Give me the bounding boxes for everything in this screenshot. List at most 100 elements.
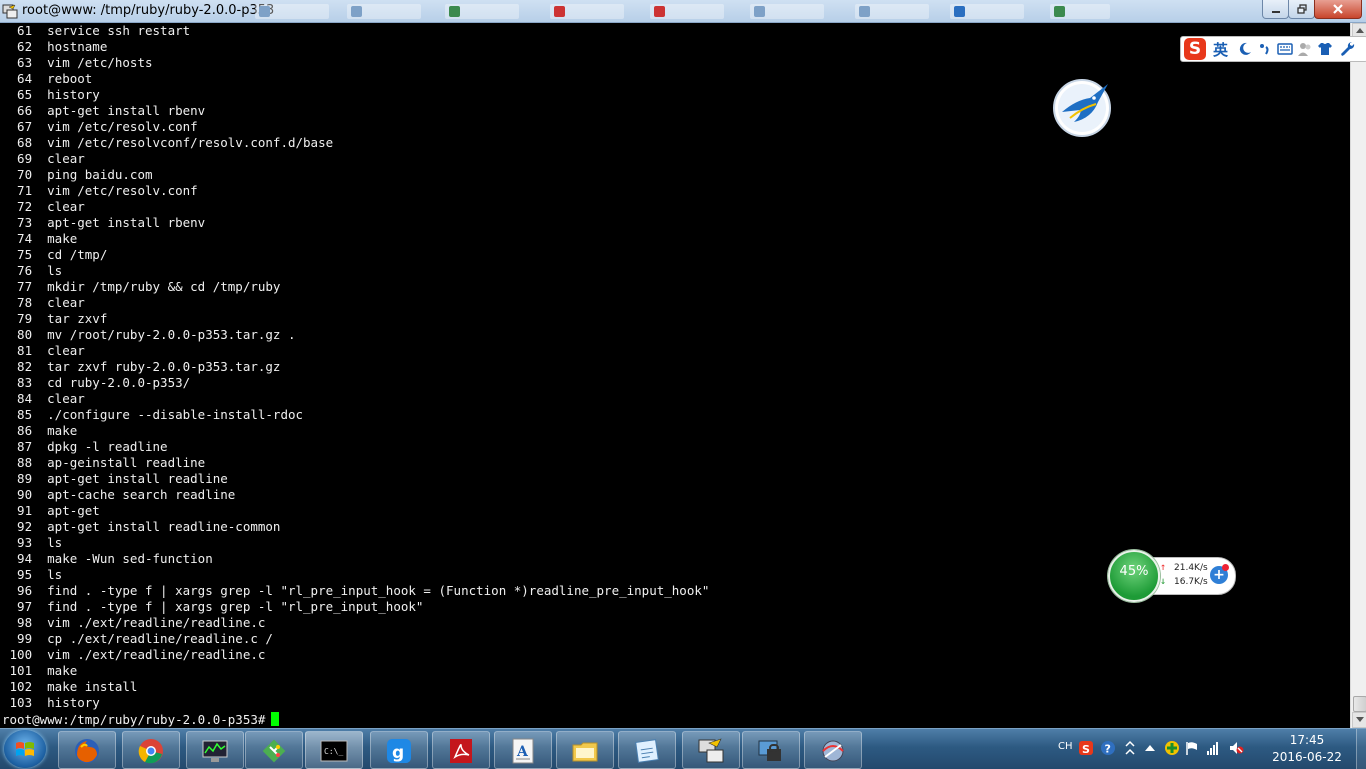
- svg-text:C:\_: C:\_: [324, 747, 343, 756]
- taskbar-notepad[interactable]: [618, 731, 676, 769]
- terminal-line: 69 clear: [17, 151, 85, 166]
- help-icon[interactable]: ?: [1100, 740, 1116, 756]
- window-title: root@www: /tmp/ruby/ruby-2.0.0-p353: [22, 3, 275, 18]
- terminal-line: 99 cp ./ext/readline/readline.c /: [17, 631, 273, 646]
- system-clock[interactable]: 17:45 2016-06-22: [1262, 731, 1352, 765]
- svg-text:?: ?: [1105, 743, 1111, 756]
- maximize-button[interactable]: [1288, 0, 1315, 19]
- terminal-line: 71 vim /etc/resolv.conf: [17, 183, 198, 198]
- taskbar-chrome[interactable]: [122, 731, 180, 769]
- window-titlebar[interactable]: root@www: /tmp/ruby/ruby-2.0.0-p353: [0, 0, 1366, 23]
- upload-speed: 21.4K/s: [1174, 563, 1208, 573]
- action-center-flag-icon[interactable]: [1184, 740, 1200, 756]
- chrome-icon: [138, 739, 163, 764]
- terminal-line: 95 ls: [17, 567, 63, 582]
- arrow-up-icon: [1356, 28, 1364, 33]
- scroll-down-button[interactable]: [1352, 712, 1366, 728]
- terminal-line: 81 clear: [17, 343, 85, 358]
- language-indicator[interactable]: CH: [1058, 741, 1073, 752]
- terminal-line: 103 history: [9, 695, 100, 710]
- taskbar-putty[interactable]: [682, 731, 740, 769]
- close-button[interactable]: [1314, 0, 1362, 19]
- terminal-line: 90 apt-cache search readline: [17, 487, 236, 502]
- show-desktop-button[interactable]: [1356, 729, 1366, 769]
- download-speed: 16.7K/s: [1174, 577, 1208, 587]
- sogou-tray-icon[interactable]: S: [1078, 740, 1094, 756]
- terminal-line: 89 apt-get install readline: [17, 471, 228, 486]
- restore-icon: [1296, 4, 1307, 14]
- cpu-percent: 45%: [1119, 564, 1149, 579]
- terminal-line: 87 dpkg -l readline: [17, 439, 168, 454]
- ime-mode-toggle[interactable]: 英: [1213, 39, 1228, 60]
- background-tabs: [255, 4, 1255, 20]
- svg-text:A: A: [516, 744, 529, 760]
- notification-dot: [1222, 564, 1229, 571]
- security-plus-icon[interactable]: [1164, 740, 1180, 756]
- terminal-line: 102 make install: [9, 679, 138, 694]
- customize-tray-icon[interactable]: [1122, 740, 1138, 756]
- taskbar-network-tool[interactable]: [804, 731, 862, 769]
- sogou-logo-icon[interactable]: S: [1184, 38, 1206, 60]
- floating-bird-widget-icon[interactable]: [1052, 78, 1112, 138]
- wrench-icon[interactable]: [1339, 41, 1355, 57]
- users-icon[interactable]: [1297, 41, 1313, 57]
- start-button[interactable]: [4, 730, 46, 768]
- terminal-line: 85 ./configure --disable-install-rdoc: [17, 407, 304, 422]
- system-tray: CH S ? 17:45 2016-06-22: [1052, 729, 1366, 769]
- app-g-icon: g: [387, 739, 411, 763]
- svg-text:g: g: [392, 743, 404, 763]
- taskbar-app-g[interactable]: g: [370, 731, 428, 769]
- terminal-line: 100 vim ./ext/readline/readline.c: [9, 647, 266, 662]
- terminal-line: 74 make: [17, 231, 78, 246]
- terminal-line: 61 service ssh restart: [17, 23, 191, 38]
- terminal-line: 63 vim /etc/hosts: [17, 55, 153, 70]
- terminal-line: 86 make: [17, 423, 78, 438]
- notepad-icon: [635, 739, 659, 763]
- taskbar-text-editor[interactable]: A: [494, 731, 552, 769]
- taskbar-remote-desktop[interactable]: [742, 731, 800, 769]
- terminal-line: 94 make -Wun sed-function: [17, 551, 213, 566]
- scrollbar-thumb[interactable]: [1353, 696, 1366, 712]
- clock-time: 17:45: [1289, 733, 1325, 747]
- moon-icon[interactable]: [1237, 41, 1253, 57]
- windows-logo-icon: [16, 742, 34, 756]
- close-icon: [1333, 4, 1343, 14]
- terminal-area[interactable]: 61 service ssh restart 62 hostname 63 vi…: [0, 23, 1350, 728]
- network-signal-icon[interactable]: [1206, 740, 1222, 756]
- keyboard-icon[interactable]: [1277, 41, 1293, 57]
- terminal-line: 82 tar zxvf ruby-2.0.0-p353.tar.gz: [17, 359, 281, 374]
- cmd-icon: C:\_: [320, 740, 348, 762]
- pdf-reader-icon: [450, 739, 472, 763]
- show-hidden-icons-arrow[interactable]: [1142, 740, 1158, 756]
- terminal-line: 80 mv /root/ruby-2.0.0-p353.tar.gz .: [17, 327, 296, 342]
- text-cursor: [271, 712, 280, 726]
- terminal-line: 84 clear: [17, 391, 85, 406]
- terminal-line: 67 vim /etc/resolv.conf: [17, 119, 198, 134]
- ime-toolbar[interactable]: S 英: [1180, 36, 1366, 62]
- remote-desktop-icon: [758, 740, 781, 761]
- skin-shirt-icon[interactable]: [1317, 41, 1333, 57]
- taskbar-system-monitor[interactable]: [186, 731, 244, 769]
- terminal-prompt-line[interactable]: root@www:/tmp/ruby/ruby-2.0.0-p353#: [2, 712, 280, 728]
- terminal-line: 98 vim ./ext/readline/readline.c: [17, 615, 266, 630]
- taskbar-firefox[interactable]: [58, 731, 116, 769]
- punctuation-icon[interactable]: [1257, 41, 1273, 57]
- volume-muted-icon[interactable]: [1228, 740, 1244, 756]
- network-monitor-widget[interactable]: 45% ↑ 21.4K/s ↓ 16.7K/s +: [1108, 550, 1236, 602]
- network-tool-icon: [822, 740, 844, 762]
- terminal-history-output: 61 service ssh restart 62 hostname 63 vi…: [2, 23, 710, 711]
- terminal-line: 78 clear: [17, 295, 85, 310]
- taskbar: C:\_ g A CH S ? 17:45 2016-06-22: [0, 728, 1366, 769]
- arrow-down-icon: [1356, 717, 1364, 722]
- terminal-line: 66 apt-get install rbenv: [17, 103, 206, 118]
- terminal-line: 91 apt-get: [17, 503, 100, 518]
- taskbar-pdf[interactable]: [432, 731, 490, 769]
- taskbar-file-explorer[interactable]: [556, 731, 614, 769]
- vertical-scrollbar[interactable]: [1350, 23, 1366, 728]
- taskbar-git[interactable]: [245, 731, 303, 769]
- taskbar-cmd[interactable]: C:\_: [305, 731, 363, 769]
- terminal-line: 93 ls: [17, 535, 63, 550]
- terminal-line: 68 vim /etc/resolvconf/resolv.conf.d/bas…: [17, 135, 334, 150]
- minimize-button[interactable]: [1262, 0, 1289, 19]
- minimize-icon: [1271, 11, 1280, 13]
